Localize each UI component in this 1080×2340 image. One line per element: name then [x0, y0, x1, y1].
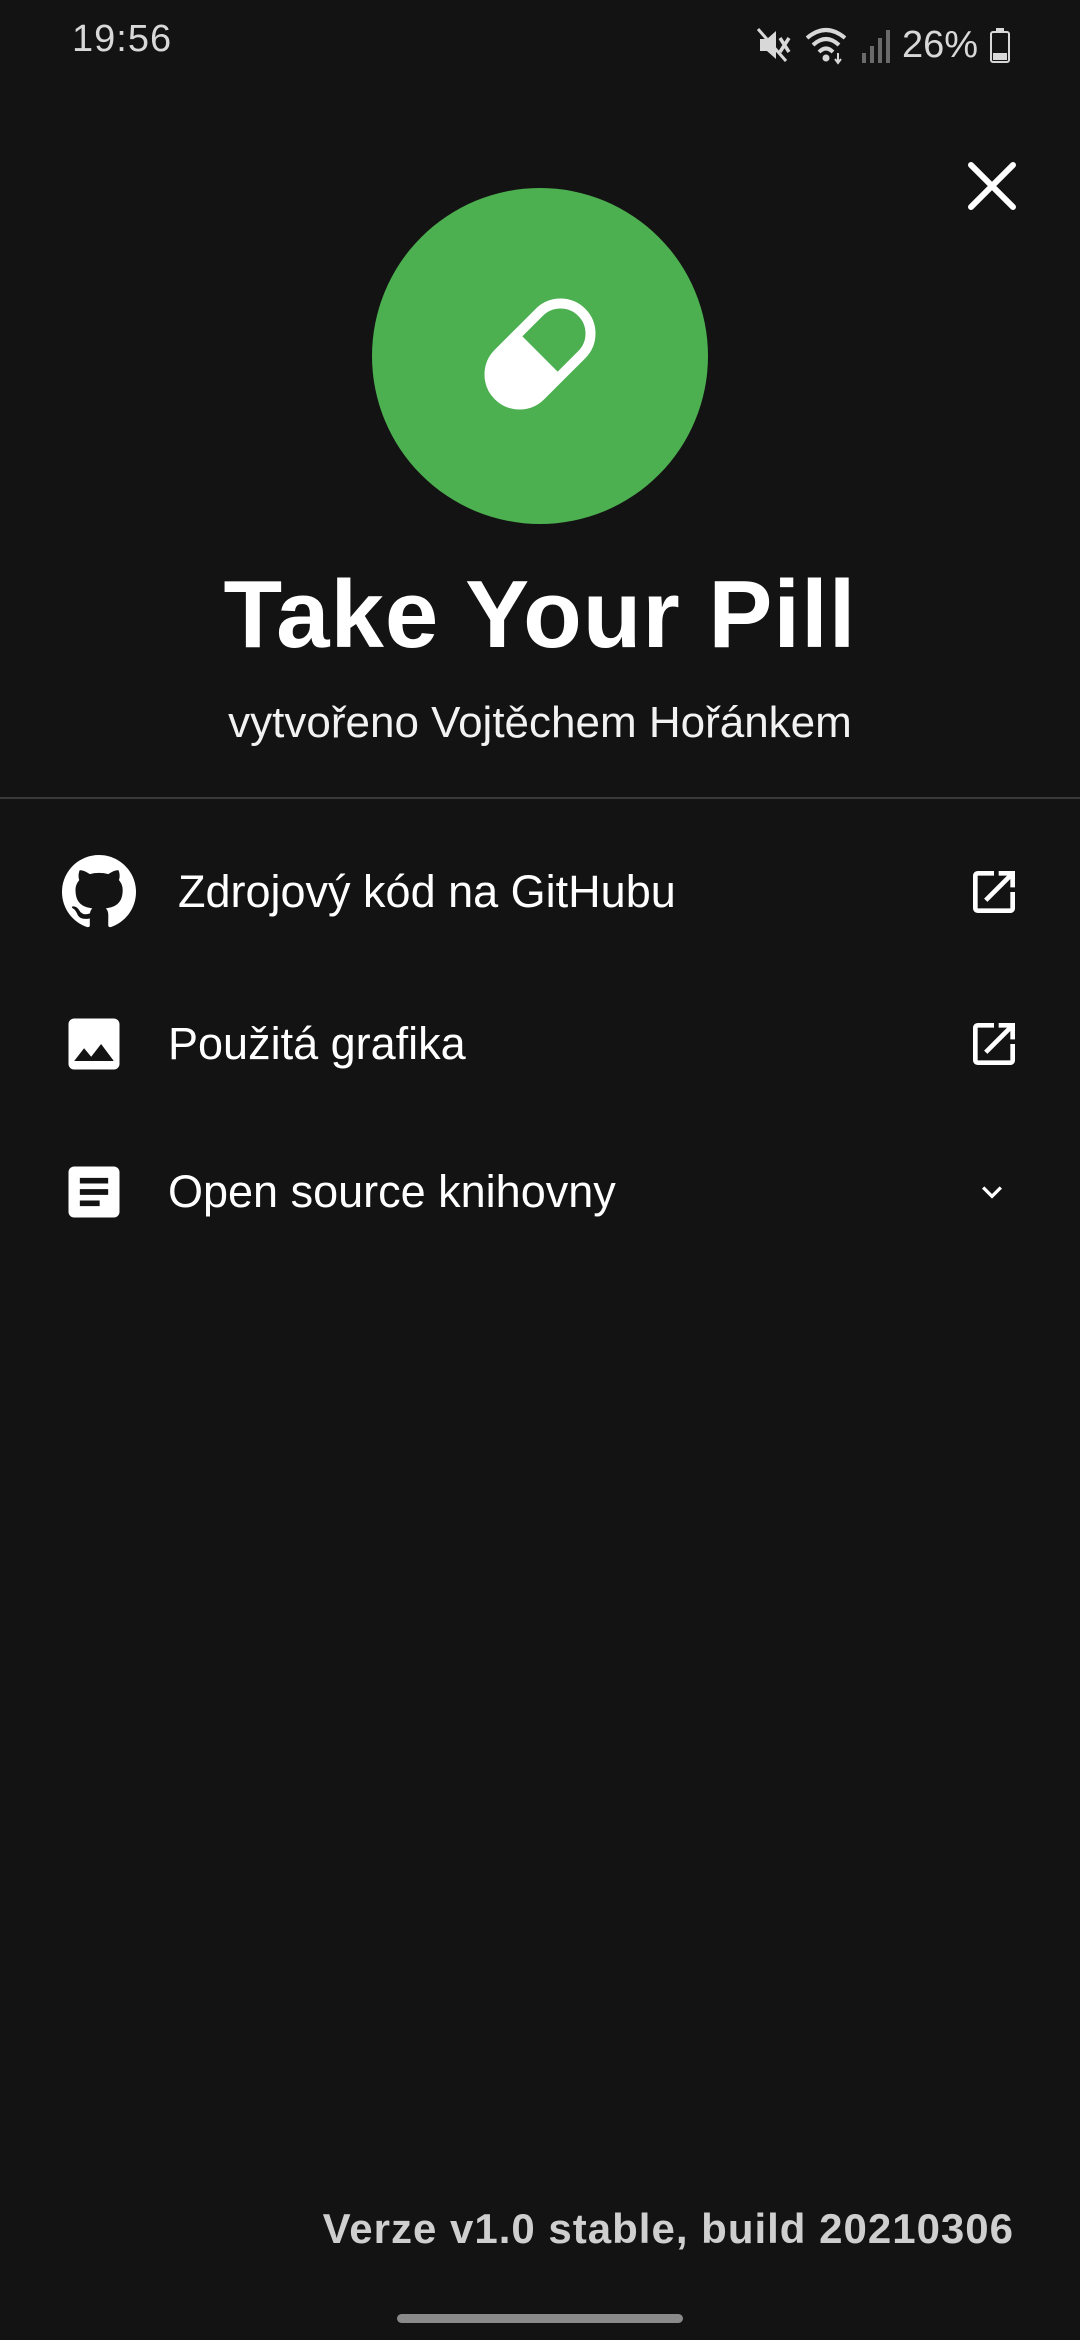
mute-icon: [756, 25, 792, 65]
app-author: vytvořeno Vojtěchem Hořánkem: [228, 698, 852, 747]
version-text: Verze v1.0 stable, build 20210306: [322, 2205, 1014, 2252]
list-item-github[interactable]: Zdrojový kód na GitHubu: [0, 832, 1080, 952]
status-bar: 19:56 26%: [0, 0, 1080, 90]
pill-icon: [465, 279, 615, 434]
github-icon: [62, 855, 136, 929]
close-icon: [967, 161, 1017, 216]
signal-icon: [860, 25, 890, 65]
list-item-label: Použitá grafika: [168, 1018, 466, 1069]
status-icons: 26%: [756, 20, 1010, 70]
status-time: 19:56: [72, 18, 173, 60]
close-button[interactable]: [954, 150, 1030, 226]
list-item-label: Zdrojový kód na GitHubu: [178, 866, 676, 917]
divider: [0, 797, 1080, 799]
battery-icon: [990, 27, 1010, 63]
app-title: Take Your Pill: [223, 561, 857, 668]
list-item-graphics[interactable]: Použitá grafika: [0, 984, 1080, 1104]
open-in-new-icon: [966, 864, 1022, 920]
home-gesture-handle[interactable]: [397, 2314, 683, 2323]
wifi-icon: [804, 25, 848, 65]
document-icon: [60, 1158, 128, 1226]
battery-percent: 26%: [901, 23, 978, 66]
list-item-libraries[interactable]: Open source knihovny: [0, 1132, 1080, 1252]
open-in-new-icon: [966, 1016, 1022, 1072]
list-item-label: Open source knihovny: [168, 1166, 616, 1217]
app-logo: [372, 188, 708, 524]
chevron-down-icon: [972, 1172, 1012, 1212]
image-icon: [60, 1010, 128, 1078]
